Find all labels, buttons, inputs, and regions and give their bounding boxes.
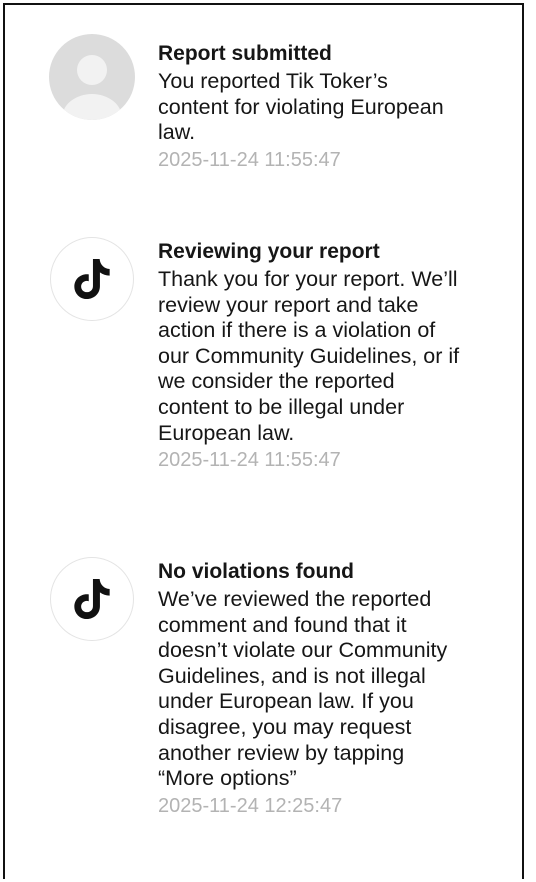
notification-body: Thank you for your report. We’ll review … <box>158 267 460 445</box>
notification-no-violations[interactable]: No violations found We’ve reviewed the r… <box>5 554 522 874</box>
tiktok-logo-icon <box>74 258 110 300</box>
notification-reviewing-report[interactable]: Reviewing your report Thank you for your… <box>5 231 522 531</box>
notification-content: Report submitted You reported Tik Toker’… <box>158 41 514 173</box>
notification-title: Reviewing your report <box>158 240 380 263</box>
notification-timestamp: 2025-11-24 12:25:47 <box>158 794 343 817</box>
notification-list: Report submitted You reported Tik Toker’… <box>3 3 524 879</box>
notification-body: You reported Tik Toker’s content for vio… <box>158 69 444 145</box>
notification-body: We’ve reviewed the reported comment and … <box>158 587 448 791</box>
notification-content: No violations found We’ve reviewed the r… <box>158 559 514 819</box>
notification-title: No violations found <box>158 560 354 583</box>
notification-timestamp: 2025-11-24 11:55:47 <box>158 449 341 472</box>
default-avatar-icon[interactable] <box>49 34 135 120</box>
notification-content: Reviewing your report Thank you for your… <box>158 239 514 473</box>
tiktok-logo-icon <box>74 578 110 620</box>
notification-timestamp: 2025-11-24 11:55:47 <box>158 148 341 171</box>
tiktok-avatar[interactable] <box>50 557 134 641</box>
notification-report-submitted[interactable]: Report submitted You reported Tik Toker’… <box>5 33 522 218</box>
person-silhouette-icon <box>62 55 122 120</box>
notification-title: Report submitted <box>158 42 332 65</box>
tiktok-avatar[interactable] <box>50 237 134 321</box>
